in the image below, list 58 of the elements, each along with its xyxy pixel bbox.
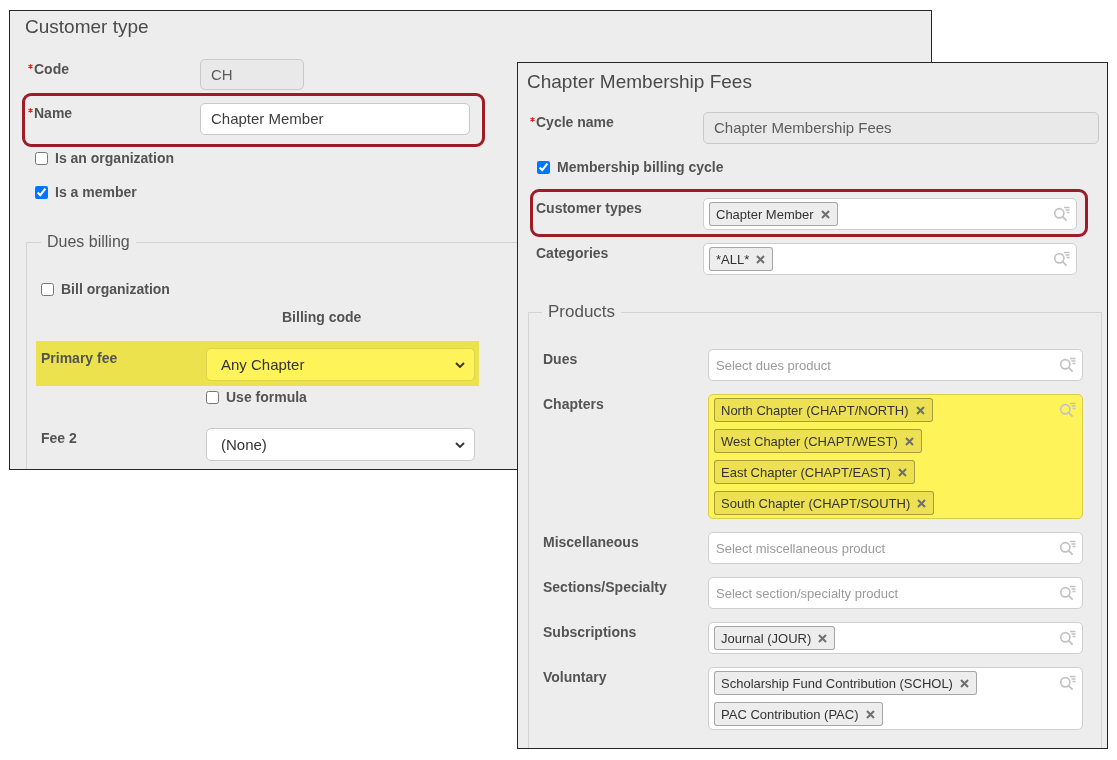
tag-text: North Chapter (CHAPT/NORTH) xyxy=(721,402,909,418)
tag-text: Chapter Member xyxy=(716,206,814,222)
field-label: Subscriptions xyxy=(543,623,638,642)
close-icon[interactable] xyxy=(904,436,914,446)
checkbox-label: Is an organization xyxy=(55,149,174,168)
search-field[interactable]: Select section/specialty product xyxy=(708,577,1083,609)
field-label: Miscellaneous xyxy=(543,533,640,552)
caret-icon xyxy=(455,361,465,368)
close-icon[interactable] xyxy=(959,678,969,688)
tag-select-field[interactable]: North Chapter (CHAPT/NORTH) West Chapter (CHAPT/WEST) East Chapter (CHAPT/EAST) South Chapter (CHAPT/SOUTH) xyxy=(708,394,1083,519)
search-field[interactable]: Select miscellaneous product xyxy=(708,532,1083,564)
caret-icon xyxy=(455,441,465,448)
field-label: Sections/Specialty xyxy=(543,578,668,597)
dropdown[interactable]: Any Chapter xyxy=(206,348,475,381)
checkbox[interactable] xyxy=(206,390,219,404)
checkbox[interactable] xyxy=(537,160,550,174)
text-field[interactable]: Chapter Member xyxy=(200,103,470,135)
field-label: Voluntary xyxy=(543,668,608,687)
tag-text: Journal (JOUR) xyxy=(721,630,812,646)
tag-select-field[interactable]: *ALL* xyxy=(703,243,1077,275)
field-label: Categories xyxy=(536,244,610,263)
field-label: Code xyxy=(34,60,69,79)
window-title: Chapter Membership Fees xyxy=(527,70,752,94)
close-icon[interactable] xyxy=(897,467,907,477)
field-label: Dues xyxy=(543,350,579,369)
close-icon[interactable] xyxy=(818,633,828,643)
field-label: Chapters xyxy=(543,395,605,414)
search-field[interactable]: Select dues product xyxy=(708,349,1083,381)
checkbox-label: Bill organization xyxy=(61,280,170,299)
group-legend: Dues billing xyxy=(41,232,136,252)
tag-select-field[interactable]: Journal (JOUR) xyxy=(708,622,1083,654)
tag-text: PAC Contribution (PAC) xyxy=(721,706,859,722)
close-icon[interactable] xyxy=(865,709,875,719)
column-heading: Billing code xyxy=(282,308,362,327)
field-label: Fee 2 xyxy=(41,429,78,448)
tag-text: East Chapter (CHAPT/EAST) xyxy=(721,464,891,480)
checkbox[interactable] xyxy=(35,151,48,165)
close-icon[interactable] xyxy=(820,209,830,219)
field-label: Customer types xyxy=(536,199,643,218)
field-label: Primary fee xyxy=(41,349,119,368)
dropdown[interactable]: (None) xyxy=(206,428,475,461)
checkbox[interactable] xyxy=(41,282,54,296)
tag-text: *ALL* xyxy=(716,251,750,267)
tag-select-field[interactable]: Scholarship Fund Contribution (SCHOL) PAC Contribution (PAC) xyxy=(708,667,1083,730)
tag-select-field[interactable]: Chapter Member xyxy=(703,198,1077,230)
close-icon[interactable] xyxy=(915,405,925,415)
close-icon[interactable] xyxy=(756,254,766,264)
field-label: Name xyxy=(34,104,73,123)
checkbox-label: Membership billing cycle xyxy=(557,158,724,177)
tag-text: South Chapter (CHAPT/SOUTH) xyxy=(721,495,911,511)
checkbox-label: Use formula xyxy=(226,388,307,407)
tag-text: Scholarship Fund Contribution (SCHOL) xyxy=(721,675,953,691)
close-icon[interactable] xyxy=(917,498,927,508)
checkbox-label: Is a member xyxy=(55,183,137,202)
field-label: Cycle name xyxy=(536,113,614,132)
tag-text: West Chapter (CHAPT/WEST) xyxy=(721,433,898,449)
window-title: Customer type xyxy=(25,15,149,39)
checkbox[interactable] xyxy=(35,185,48,199)
